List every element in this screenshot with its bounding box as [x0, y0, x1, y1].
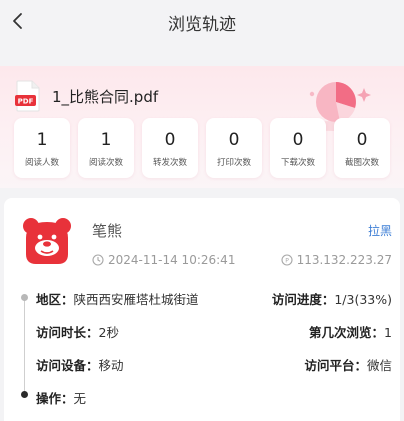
stat-screenshots: 0 截图次数 [334, 118, 390, 178]
stat-value: 0 [228, 130, 240, 150]
svg-text:PDF: PDF [18, 98, 34, 106]
bear-avatar-icon [23, 218, 71, 264]
progress-value: 1/3(33%) [334, 292, 392, 307]
visit-record-card: 笔熊 拉黑 2024-11-14 10:26:41 P 113.132.223.… [4, 198, 400, 421]
ip-location-icon: P [281, 254, 293, 266]
clock-icon [92, 254, 104, 266]
visit-number-value: 1 [384, 325, 392, 340]
file-name: 1_比熊合同.pdf [52, 88, 159, 106]
duration-row: 访问时长：2秒 [36, 322, 119, 341]
page-title: 浏览轨迹 [168, 15, 236, 35]
stat-label: 阅读人数 [24, 158, 59, 168]
stat-label: 截图次数 [344, 158, 379, 168]
stat-value: 0 [164, 130, 176, 150]
visit-number-label: 第几次浏览： [309, 325, 385, 340]
region-label: 地区： [36, 292, 74, 307]
device-row: 访问设备：移动 [36, 355, 124, 374]
operation-value: 无 [73, 391, 87, 406]
svg-text:P: P [285, 257, 289, 264]
region-row: 地区：陕西西安雁塔杜城街道 [36, 289, 199, 308]
visit-ip: P 113.132.223.27 [281, 253, 392, 267]
region-value: 陕西西安雁塔杜城街道 [73, 292, 199, 307]
stat-value: 0 [292, 130, 304, 150]
visit-ip-text: 113.132.223.27 [296, 253, 392, 267]
progress-row: 访问进度：1/3(33%) [272, 289, 392, 308]
nav-header: 浏览轨迹 [0, 0, 404, 44]
visitor-name: 笔熊 [92, 222, 123, 240]
stat-readers: 1 阅读人数 [14, 118, 70, 178]
stat-value: 0 [356, 130, 368, 150]
operation-label: 操作： [36, 391, 74, 406]
block-button[interactable]: 拉黑 [368, 222, 392, 239]
visit-time-text: 2024-11-14 10:26:41 [108, 253, 236, 267]
file-summary-card: PDF 1_比熊合同.pdf 1 阅读人数 1 阅读次数 0 转发次数 0 打印… [0, 66, 404, 188]
timeline-start-dot [21, 294, 28, 301]
stat-reads: 1 阅读次数 [78, 118, 134, 178]
platform-value: 微信 [366, 358, 392, 373]
visit-number-row: 第几次浏览：1 [309, 322, 392, 341]
timeline-line [24, 298, 25, 394]
visit-time: 2024-11-14 10:26:41 [92, 253, 235, 267]
progress-label: 访问进度： [271, 292, 335, 307]
stat-label: 打印次数 [216, 158, 251, 168]
platform-row: 访问平台：微信 [304, 355, 392, 374]
device-value: 移动 [98, 358, 124, 373]
stat-label: 下载次数 [280, 158, 315, 168]
stat-forwards: 0 转发次数 [142, 118, 198, 178]
operation-row: 操作：无 [36, 388, 86, 407]
stat-label: 转发次数 [152, 158, 187, 168]
duration-label: 访问时长： [36, 325, 99, 340]
platform-label: 访问平台： [304, 358, 367, 373]
stat-downloads: 0 下载次数 [270, 118, 326, 178]
stat-value: 1 [100, 130, 112, 150]
stats-row: 1 阅读人数 1 阅读次数 0 转发次数 0 打印次数 0 下载次数 0 截图次… [14, 118, 394, 178]
timeline-end-dot [21, 391, 28, 398]
stat-label: 阅读次数 [88, 158, 123, 168]
pdf-file-icon: PDF [15, 80, 40, 112]
stat-prints: 0 打印次数 [206, 118, 262, 178]
stat-value: 1 [36, 130, 48, 150]
device-label: 访问设备： [36, 358, 99, 373]
duration-value: 2秒 [98, 325, 119, 340]
